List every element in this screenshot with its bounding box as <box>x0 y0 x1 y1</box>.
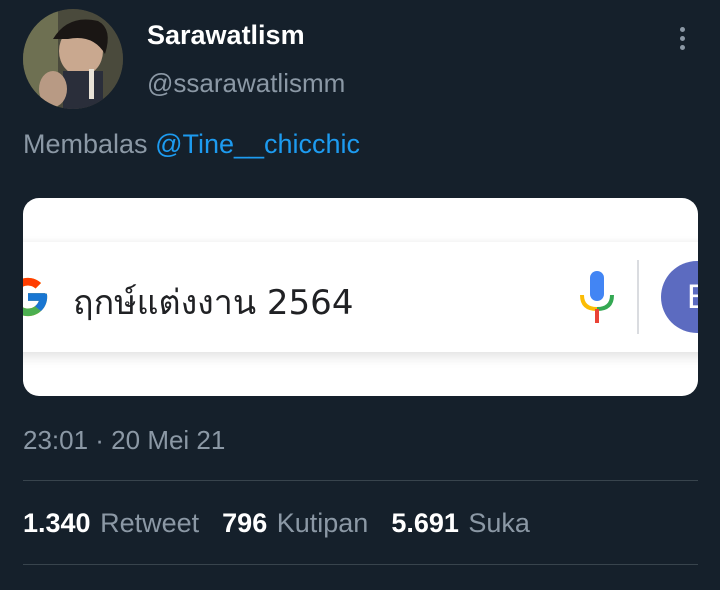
search-query-text: ฤกษ์แต่งงาน 2564 <box>73 283 354 323</box>
like-count: 5.691 <box>391 508 459 538</box>
profile-avatar[interactable] <box>23 9 123 109</box>
quote-count: 796 <box>222 508 268 538</box>
quote-label: Kutipan <box>276 508 369 538</box>
author-display-name[interactable]: Sarawatlism <box>147 20 305 51</box>
divider <box>23 480 698 481</box>
microphone-icon <box>580 271 614 323</box>
dot <box>679 44 685 50</box>
media-image[interactable]: ฤกษ์แต่งงาน 2564 E <box>23 198 698 396</box>
dot <box>679 26 685 32</box>
reply-label: Membalas <box>23 129 148 159</box>
google-g-icon <box>23 277 48 317</box>
retweet-stat[interactable]: 1.340 Retweet <box>23 508 199 539</box>
reply-context: Membalas @Tine__chicchic <box>23 129 360 160</box>
account-avatar: E <box>661 261 698 333</box>
like-label: Suka <box>468 508 530 538</box>
author-handle[interactable]: @ssarawatlismm <box>147 68 345 99</box>
dot <box>679 35 685 41</box>
quote-stat[interactable]: 796 Kutipan <box>222 508 368 539</box>
like-stat[interactable]: 5.691 Suka <box>391 508 530 539</box>
more-options-icon[interactable] <box>668 24 696 52</box>
engagement-stats: 1.340 Retweet 796 Kutipan 5.691 Suka <box>23 508 553 539</box>
retweet-label: Retweet <box>100 508 200 538</box>
mention-link[interactable]: @Tine__chicchic <box>155 129 360 159</box>
divider <box>23 564 698 565</box>
retweet-count: 1.340 <box>23 508 91 538</box>
search-bar-divider <box>637 260 639 334</box>
profile-photo <box>23 9 123 109</box>
search-bar: ฤกษ์แต่งงาน 2564 E <box>23 242 698 352</box>
tweet-timestamp[interactable]: 23:01 · 20 Mei 21 <box>23 425 225 456</box>
